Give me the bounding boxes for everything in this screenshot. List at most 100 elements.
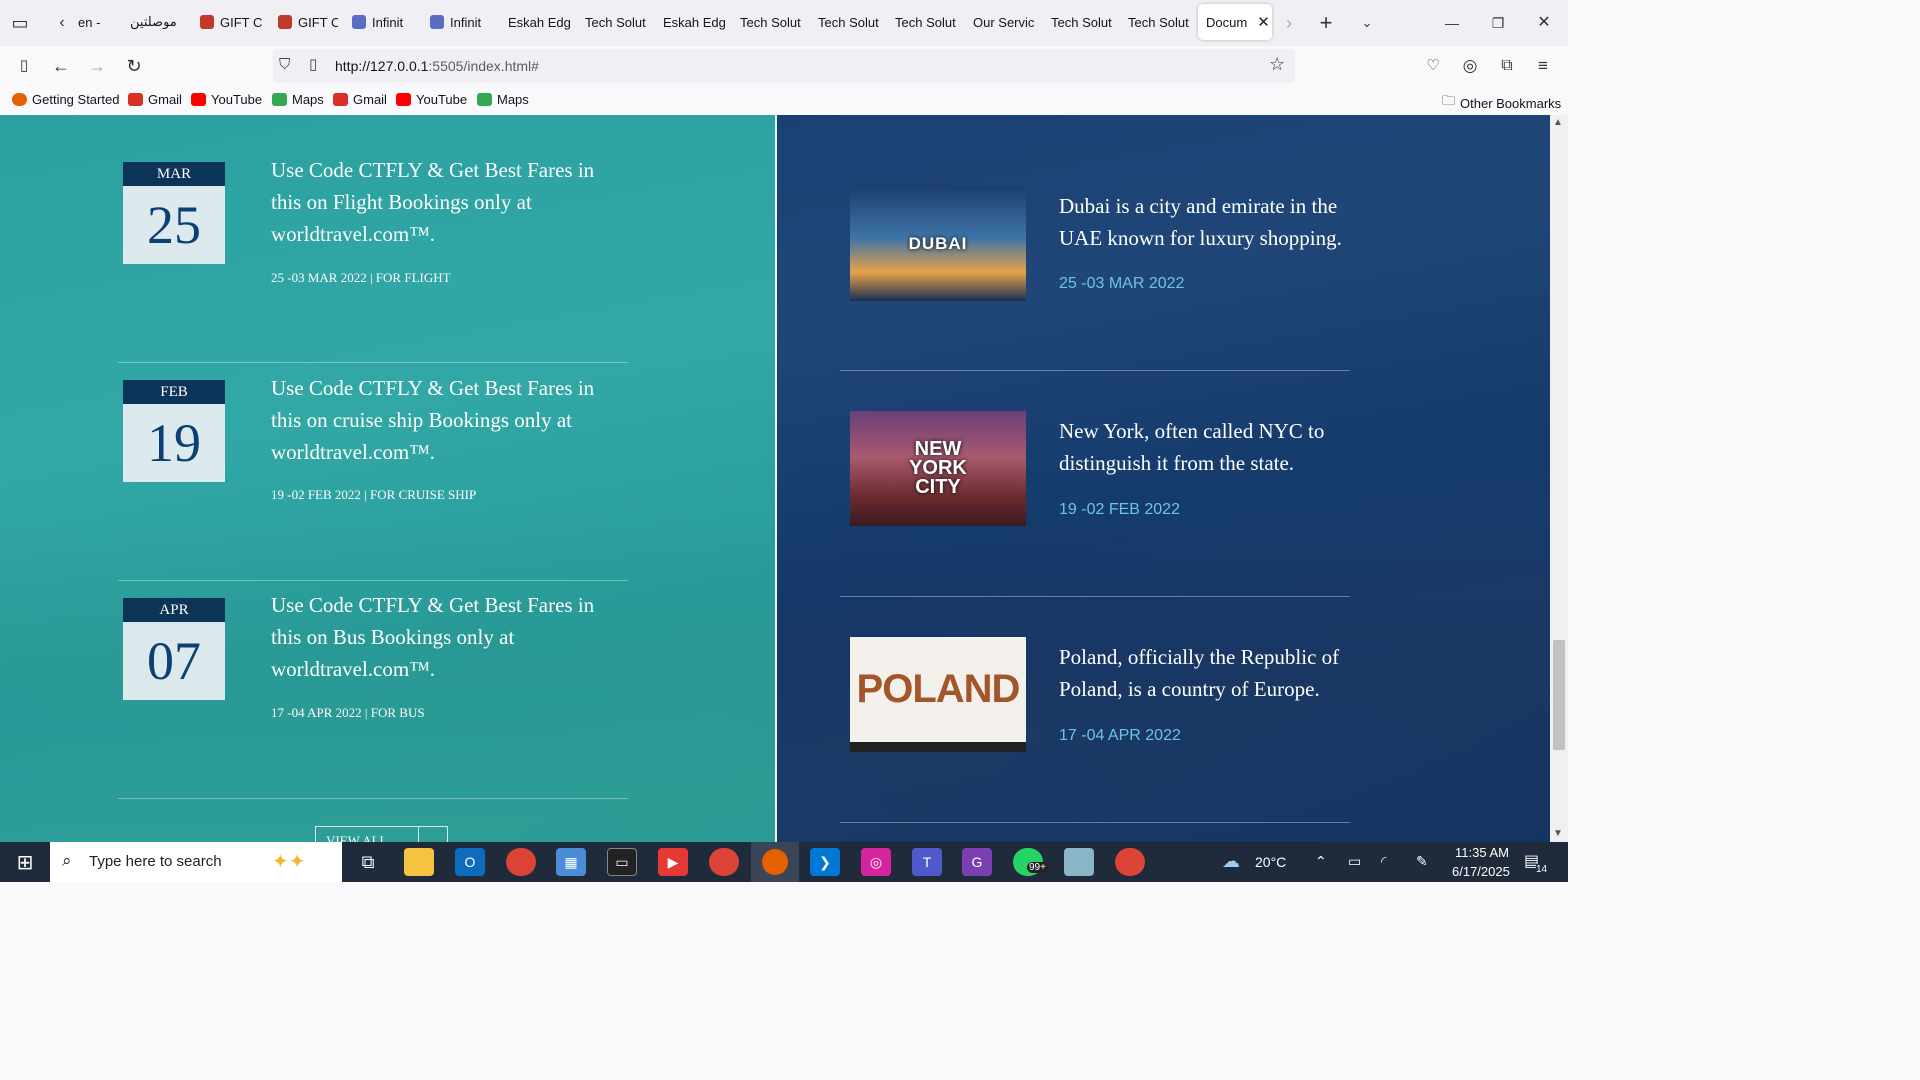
bookmark-label: Getting Started xyxy=(32,92,120,107)
tab-0[interactable]: en - xyxy=(72,4,112,40)
scroll-thumb[interactable] xyxy=(1553,640,1565,750)
windows-start-icon[interactable]: ⊞ xyxy=(10,848,40,876)
bookmark-label: YouTube xyxy=(211,92,263,107)
reload-icon[interactable]: ↻ xyxy=(121,53,147,79)
tab-label: GIFT C xyxy=(220,14,263,30)
pocket-icon[interactable]: ♡ xyxy=(1420,53,1446,79)
gmail-icon xyxy=(128,93,143,106)
tab-6[interactable]: Eskah Edg xyxy=(502,4,572,40)
back-icon[interactable]: ← xyxy=(48,53,74,79)
close-tab-icon[interactable]: ✕ xyxy=(1257,13,1270,31)
notes-app-icon[interactable] xyxy=(1064,848,1094,876)
file-explorer-icon[interactable] xyxy=(404,848,434,876)
pen-icon[interactable]: ✎ xyxy=(1416,853,1428,870)
bookmark-maps[interactable]: Maps xyxy=(272,92,324,107)
windows-taskbar: ⊞ ⌕ Type here to search ✦✦ ⧉ O ▦ ▭ ▶ ❯ ◎… xyxy=(0,842,1568,882)
task-view-icon[interactable]: ⧉ xyxy=(353,848,383,876)
dubai-image[interactable]: DUBAI xyxy=(850,186,1026,301)
teams-icon[interactable]: T xyxy=(912,848,942,876)
bookmark-youtube[interactable]: YouTube xyxy=(191,92,262,107)
chrome-icon[interactable] xyxy=(709,848,739,876)
destination-text[interactable]: New York, often called NYC to distinguis… xyxy=(1059,415,1359,479)
bookmark-star-icon[interactable]: ☆ xyxy=(1269,54,1285,75)
tab-5[interactable]: Infinit xyxy=(424,4,494,40)
account-icon[interactable]: ◎ xyxy=(1457,53,1483,79)
destination-text[interactable]: Dubai is a city and emirate in the UAE k… xyxy=(1059,190,1359,254)
chrome-icon[interactable] xyxy=(1115,848,1145,876)
weather-temperature[interactable]: 20°C xyxy=(1255,854,1286,870)
scroll-up-icon[interactable]: ▲ xyxy=(1553,117,1563,128)
gift-favicon-icon xyxy=(200,15,214,29)
tab-11[interactable]: Tech Solut xyxy=(889,4,959,40)
minimize-icon[interactable]: — xyxy=(1439,10,1465,36)
media-player-icon[interactable]: ▶ xyxy=(658,848,688,876)
chrome-icon[interactable] xyxy=(506,848,536,876)
calendar-month: MAR xyxy=(123,162,225,186)
whatsapp-icon[interactable]: 99+ xyxy=(1013,848,1048,876)
restore-icon[interactable]: ❐ xyxy=(1485,10,1511,36)
sidebar-toggle-icon[interactable]: ▯ xyxy=(11,53,37,79)
calendar-day: 25 xyxy=(123,186,225,264)
tab-13[interactable]: Tech Solut xyxy=(1045,4,1115,40)
tab-7[interactable]: Tech Solut xyxy=(579,4,649,40)
deal-item: FEB 19 Use Code CTFLY & Get Best Fares i… xyxy=(118,363,628,581)
bookmark-youtube[interactable]: YouTube xyxy=(396,92,467,107)
tab-2[interactable]: GIFT C xyxy=(194,4,264,40)
weather-cloud-icon[interactable]: ☁ xyxy=(1222,851,1240,872)
youtube-icon xyxy=(191,93,206,106)
poland-image[interactable]: POLAND xyxy=(850,637,1026,752)
bookmark-gmail[interactable]: Gmail xyxy=(128,92,182,107)
page-viewport: MAR 25 Use Code CTFLY & Get Best Fares i… xyxy=(0,115,1550,842)
calculator-icon[interactable]: ▦ xyxy=(556,848,586,876)
menu-icon[interactable]: ≡ xyxy=(1530,53,1556,79)
clock-date[interactable]: 6/17/2025 xyxy=(1452,864,1510,879)
search-placeholder: Type here to search xyxy=(89,853,222,870)
tab-4[interactable]: Infinit xyxy=(346,4,416,40)
window-close-icon[interactable]: ✕ xyxy=(1531,10,1557,36)
tab-3[interactable]: GIFT C xyxy=(272,4,338,40)
vscode-icon[interactable]: ❯ xyxy=(810,848,840,876)
url-bar[interactable]: ⛉ ▯ http://127.0.0.1:5505/index.html# ☆ xyxy=(273,49,1295,83)
tracking-shield-icon[interactable]: ⛉ xyxy=(279,56,290,73)
deal-text[interactable]: Use Code CTFLY & Get Best Fares in this … xyxy=(271,154,601,250)
tab-14[interactable]: Tech Solut xyxy=(1122,4,1192,40)
bookmark-gmail[interactable]: Gmail xyxy=(333,92,387,107)
clock-time[interactable]: 11:35 AM xyxy=(1455,845,1509,860)
tab-overview-icon[interactable]: ▭ xyxy=(7,10,33,36)
terminal-icon[interactable]: ▭ xyxy=(607,848,637,876)
list-all-tabs-icon[interactable]: ⌄ xyxy=(1354,10,1380,36)
network-icon[interactable]: ◜ xyxy=(1381,853,1386,870)
scroll-tabs-right-icon[interactable]: › xyxy=(1276,10,1302,36)
tab-label: Infinit xyxy=(372,14,404,30)
tab-active[interactable]: Docum ✕ xyxy=(1198,4,1272,40)
tab-1[interactable]: موصلتين xyxy=(124,4,188,40)
bookmark-getting-started[interactable]: Getting Started xyxy=(12,92,119,107)
new-york-image[interactable]: NEW YORK CITY xyxy=(850,411,1026,526)
page-scrollbar[interactable]: ▲ ▼ xyxy=(1550,115,1568,842)
pdf-app-icon[interactable]: G xyxy=(962,848,992,876)
tab-9[interactable]: Tech Solut xyxy=(734,4,804,40)
infinity-favicon-icon xyxy=(430,15,444,29)
taskbar-search[interactable]: ⌕ Type here to search ✦✦ xyxy=(50,842,342,882)
bookmark-maps[interactable]: Maps xyxy=(477,92,529,107)
deal-text[interactable]: Use Code CTFLY & Get Best Fares in this … xyxy=(271,589,601,685)
firefox-taskbar-button[interactable] xyxy=(751,842,799,882)
view-all-label: VIEW ALL xyxy=(326,833,388,842)
url-text[interactable]: http://127.0.0.1:5505/index.html# xyxy=(335,58,539,74)
forward-icon[interactable]: → xyxy=(84,53,110,79)
tab-8[interactable]: Eskah Edg xyxy=(657,4,727,40)
instagram-icon[interactable]: ◎ xyxy=(861,848,891,876)
extensions-icon[interactable]: ⧉ xyxy=(1494,53,1520,79)
view-all-button[interactable]: VIEW ALL xyxy=(315,826,448,842)
battery-icon[interactable]: ▭ xyxy=(1348,853,1361,870)
destination-text[interactable]: Poland, officially the Republic of Polan… xyxy=(1059,641,1359,705)
tab-12[interactable]: Our Servic xyxy=(967,4,1037,40)
other-bookmarks[interactable]: 🗀 Other Bookmarks xyxy=(1442,92,1561,114)
panel-divider xyxy=(775,115,777,842)
deal-text[interactable]: Use Code CTFLY & Get Best Fares in this … xyxy=(271,372,601,468)
show-hidden-icons-icon[interactable]: ⌃ xyxy=(1315,853,1327,870)
outlook-icon[interactable]: O xyxy=(455,848,485,876)
new-tab-icon[interactable]: + xyxy=(1313,10,1339,36)
tab-10[interactable]: Tech Solut xyxy=(812,4,882,40)
scroll-down-icon[interactable]: ▼ xyxy=(1553,828,1563,839)
